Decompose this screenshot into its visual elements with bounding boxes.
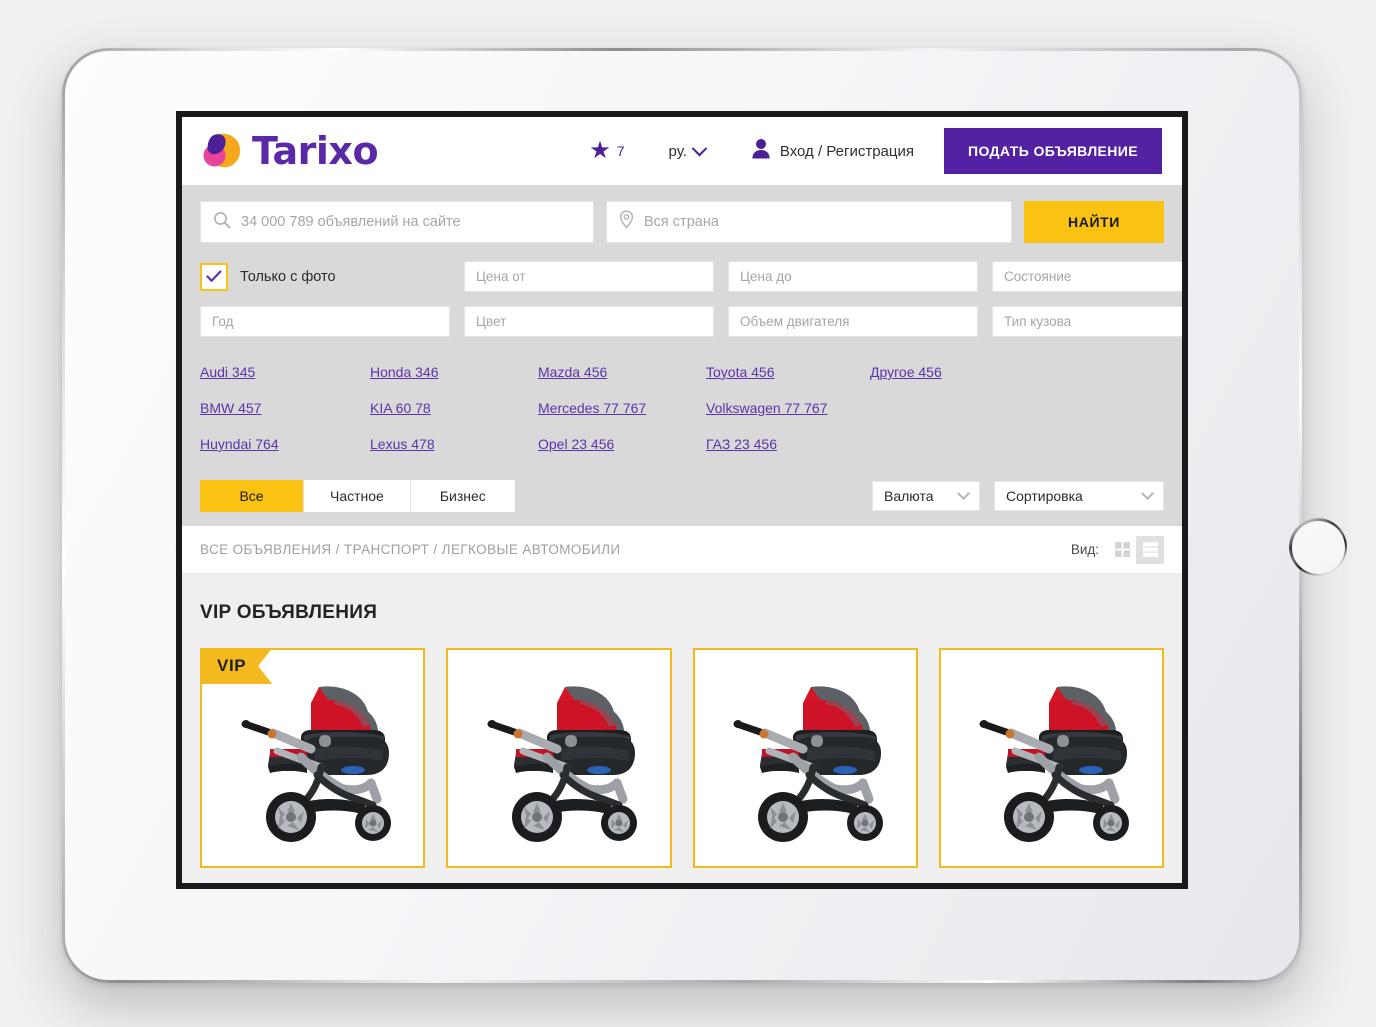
site-header: Tarixo ★ 7 ру. Вход / Регистрация ПОДАТЬ… — [182, 117, 1182, 185]
brand-links: Audi 345 Honda 346 Mazda 456 Toyota 456 … — [200, 364, 1164, 452]
screen: Tarixo ★ 7 ру. Вход / Регистрация ПОДАТЬ… — [182, 117, 1182, 883]
photo-only-checkbox-row[interactable]: Только с фото — [200, 261, 450, 292]
list-view-button[interactable] — [1136, 535, 1164, 564]
filter-panel: 34 000 789 объявлений на сайте Вся стран… — [182, 185, 1182, 526]
brand-link-lexus[interactable]: Lexus 478 — [370, 436, 435, 452]
baby-stroller-image — [487, 686, 637, 842]
condition-field[interactable]: Состояние — [992, 261, 1182, 292]
brand-grid-filler — [870, 400, 1164, 416]
brand-link-audi[interactable]: Audi 345 — [200, 364, 255, 380]
search-input-placeholder: 34 000 789 объявлений на сайте — [241, 214, 461, 230]
logo[interactable]: Tarixo — [200, 129, 379, 173]
brand-link-huyndai[interactable]: Huyndai 764 — [200, 436, 279, 452]
currency-select[interactable]: Валюта — [872, 481, 980, 511]
view-toggle — [1108, 535, 1164, 564]
language-selector[interactable]: ру. — [668, 140, 708, 160]
tabs-row: Все Частное Бизнес Валюта Сортировка — [200, 480, 1164, 512]
stroller-photo-1 — [202, 662, 423, 858]
geo-input-placeholder: Вся страна — [644, 214, 719, 230]
grid-view-icon — [1114, 542, 1130, 557]
photo-only-label: Только с фото — [240, 268, 336, 285]
brand-link-gaz[interactable]: ГАЗ 23 456 — [706, 436, 777, 452]
search-icon — [213, 211, 231, 234]
search-input[interactable]: 34 000 789 объявлений на сайте — [200, 201, 594, 243]
vip-card-2[interactable] — [446, 648, 672, 868]
brand-link-opel[interactable]: Opel 23 456 — [538, 436, 614, 452]
list-view-icon — [1142, 542, 1158, 557]
baby-stroller-image — [979, 686, 1130, 842]
breadcrumb-row: ВСЕ ОБЪЯВЛЕНИЯ / ТРАНСПОРТ / ЛЕГКОВЫЕ АВ… — [182, 526, 1182, 574]
brand-link-bmw[interactable]: BMW 457 — [200, 400, 261, 416]
star-icon: ★ — [589, 137, 611, 164]
chevron-down-icon — [957, 486, 970, 500]
logo-text: Tarixo — [252, 129, 379, 173]
currency-select-label: Валюта — [884, 488, 934, 504]
account-login-link[interactable]: Вход / Регистрация — [751, 138, 914, 164]
chevron-down-icon — [691, 140, 708, 156]
engine-volume-field[interactable]: Объем двигателя — [728, 306, 978, 337]
baby-stroller-image — [733, 686, 884, 842]
sort-select-label: Сортировка — [1006, 488, 1083, 504]
location-pin-icon — [619, 210, 634, 234]
sort-select[interactable]: Сортировка — [994, 481, 1164, 511]
vip-section: VIP ОБЪЯВЛЕНИЯ VIP — [182, 574, 1182, 883]
vip-card-1[interactable]: VIP — [200, 648, 426, 868]
screen-bezel: Tarixo ★ 7 ру. Вход / Регистрация ПОДАТЬ… — [176, 111, 1188, 889]
language-label: ру. — [668, 142, 687, 160]
condition-placeholder: Состояние — [992, 261, 1182, 292]
body-type-placeholder: Тип кузова — [992, 306, 1182, 337]
home-button[interactable] — [1289, 518, 1347, 576]
brand-grid-filler — [870, 436, 1164, 452]
search-submit-button[interactable]: НАЙТИ — [1024, 201, 1164, 243]
chevron-down-icon — [1141, 486, 1154, 500]
baby-stroller-image — [241, 686, 391, 842]
brand-link-mercedes[interactable]: Mercedes 77 767 — [538, 400, 646, 416]
body-type-field[interactable]: Тип кузова — [992, 306, 1182, 337]
brand-link-toyota[interactable]: Toyota 456 — [706, 364, 775, 380]
tab-all[interactable]: Все — [200, 480, 304, 512]
view-label: Вид: — [1070, 542, 1099, 557]
user-icon — [751, 138, 771, 164]
color-placeholder: Цвет — [464, 306, 714, 337]
stroller-photo-2 — [448, 662, 669, 858]
stroller-photo-3 — [695, 662, 916, 858]
filters-grid: Только с фото Цена от Цена до Состояние … — [200, 261, 1182, 337]
stroller-photo-4 — [941, 662, 1162, 858]
price-from-placeholder: Цена от — [464, 261, 714, 292]
seller-type-tabs: Все Частное Бизнес — [200, 480, 515, 512]
breadcrumb[interactable]: ВСЕ ОБЪЯВЛЕНИЯ / ТРАНСПОРТ / ЛЕГКОВЫЕ АВ… — [200, 542, 621, 557]
brand-link-honda[interactable]: Honda 346 — [370, 364, 439, 380]
vip-section-title: VIP ОБЪЯВЛЕНИЯ — [200, 602, 378, 623]
engine-volume-placeholder: Объем двигателя — [728, 306, 978, 337]
photo-only-checkbox[interactable] — [200, 262, 228, 291]
brand-link-mazda[interactable]: Mazda 456 — [538, 364, 607, 380]
search-row: 34 000 789 объявлений на сайте Вся стран… — [200, 201, 1164, 243]
vip-card-4[interactable] — [938, 648, 1164, 868]
check-icon — [206, 270, 222, 282]
brand-link-kia[interactable]: KIA 60 78 — [370, 400, 431, 416]
price-to-placeholder: Цена до — [728, 261, 978, 292]
favorites-count: 7 — [616, 143, 625, 159]
geo-input[interactable]: Вся страна — [606, 201, 1012, 243]
price-to-field[interactable]: Цена до — [728, 261, 978, 292]
vip-cards-list: VIP — [200, 648, 1164, 868]
post-ad-button[interactable]: ПОДАТЬ ОБЪЯВЛЕНИЕ — [943, 128, 1162, 174]
price-from-field[interactable]: Цена от — [464, 261, 714, 292]
color-field[interactable]: Цвет — [464, 306, 714, 337]
vip-card-3[interactable] — [692, 648, 918, 868]
account-label: Вход / Регистрация — [779, 142, 914, 160]
year-placeholder: Год — [200, 306, 450, 337]
logo-mark-icon — [200, 129, 244, 173]
brand-link-volkswagen[interactable]: Volkswagen 77 767 — [706, 400, 827, 416]
favorites-button[interactable]: ★ 7 — [589, 139, 624, 163]
grid-view-button[interactable] — [1108, 535, 1136, 564]
year-field[interactable]: Год — [200, 306, 450, 337]
brand-link-other[interactable]: Другое 456 — [870, 364, 942, 380]
tab-private[interactable]: Частное — [304, 480, 411, 512]
tab-business[interactable]: Бизнес — [410, 480, 515, 512]
